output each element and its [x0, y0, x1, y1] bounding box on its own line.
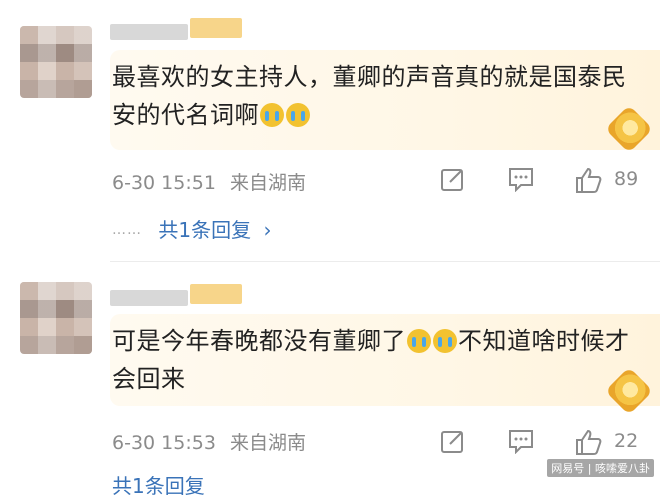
like-count: 22	[614, 430, 639, 452]
comment-meta: 6-30 15:53 来自湖南	[112, 428, 306, 455]
avatar-pixel	[56, 300, 74, 318]
comment-item: 最喜欢的女主持人，董卿的声音真的就是国泰民安的代名词啊 6-30 15:51 来…	[0, 0, 660, 262]
comment-text: 最喜欢的女主持人，董卿的声音真的就是国泰民安的代名词啊	[112, 58, 632, 134]
comment-item: 可是今年春晚都没有董卿了 不知道啥时候才会回来 6-30 15:53 来自湖南 2…	[0, 262, 660, 498]
avatar-pixel	[56, 44, 74, 62]
avatar-pixel	[38, 318, 56, 336]
comment-text: 可是今年春晚都没有董卿了 不知道啥时候才会回来	[112, 322, 632, 398]
thumbs-up-icon[interactable]	[574, 166, 602, 194]
crying-emoji-icon	[286, 103, 310, 127]
crying-emoji-icon	[433, 329, 457, 353]
comment-icon[interactable]	[508, 166, 534, 192]
avatar[interactable]	[20, 282, 92, 354]
replies-link[interactable]: 共1条回复	[158, 218, 251, 242]
avatar-pixel	[20, 282, 38, 300]
view-replies[interactable]: …… 共1条回复 ›	[112, 214, 271, 243]
user-badge	[190, 284, 242, 304]
comment-text-part: 最喜欢的女主持人，董卿的声音真的就是国泰民安的代名词啊	[112, 63, 627, 129]
replies-dots: ……	[112, 222, 142, 238]
like-count: 89	[614, 168, 639, 190]
avatar-pixel	[20, 26, 38, 44]
crying-emoji-icon	[260, 103, 284, 127]
username[interactable]	[110, 24, 188, 40]
comment-meta: 6-30 15:51 来自湖南	[112, 168, 306, 195]
comment-location: 来自湖南	[229, 172, 306, 194]
avatar-pixel	[38, 62, 56, 80]
watermark: 网易号 | 咳嗦爱八卦	[547, 459, 654, 477]
share-edit-icon[interactable]	[440, 166, 466, 192]
avatar-pixel	[74, 80, 92, 98]
comment-time: 6-30 15:51	[112, 172, 216, 194]
replies-link[interactable]: 共1条回复	[112, 474, 205, 498]
comment-icon[interactable]	[508, 428, 534, 454]
comment-time: 6-30 15:53	[112, 432, 216, 454]
thumbs-up-icon[interactable]	[574, 428, 602, 456]
avatar-pixel	[74, 336, 92, 354]
user-badge	[190, 18, 242, 38]
comment-text-part: 可是今年春晚都没有董卿了	[112, 327, 406, 355]
comment-location: 来自湖南	[229, 432, 306, 454]
chevron-right-icon: ›	[263, 218, 272, 242]
username[interactable]	[110, 290, 188, 306]
avatar[interactable]	[20, 26, 92, 98]
crying-emoji-icon	[407, 329, 431, 353]
share-edit-icon[interactable]	[440, 428, 466, 454]
view-replies[interactable]: 共1条回复	[112, 470, 205, 499]
